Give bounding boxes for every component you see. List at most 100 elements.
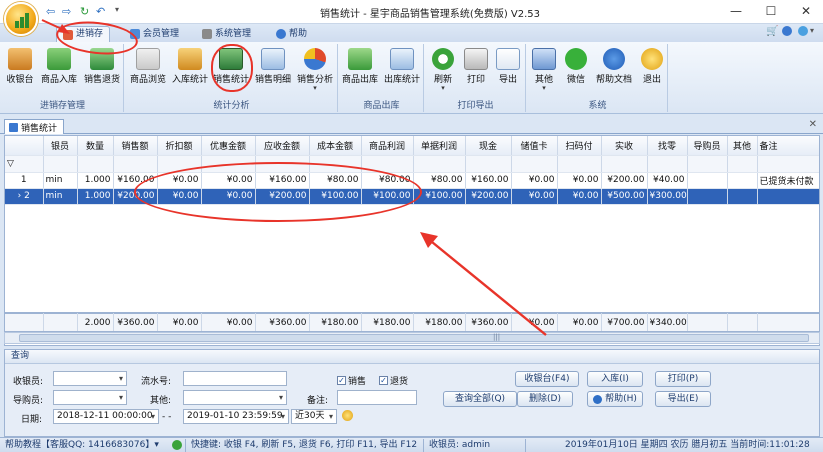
guide-select[interactable] bbox=[53, 390, 127, 405]
filter-icon[interactable]: ▽ bbox=[5, 155, 44, 173]
wechat-button[interactable]: 微信 bbox=[560, 46, 592, 94]
column-header[interactable]: 优惠金额 bbox=[201, 136, 256, 156]
table-cell: ¥200.00 bbox=[601, 172, 648, 189]
wechat-icon[interactable] bbox=[172, 440, 182, 450]
close-icon[interactable]: ✕ bbox=[809, 119, 817, 130]
info-icon[interactable] bbox=[782, 26, 792, 36]
tab-system[interactable]: 系统管理 bbox=[196, 26, 257, 42]
date-to-picker[interactable]: 2019-01-10 23:59:59 bbox=[183, 409, 289, 424]
help-h-button[interactable]: 帮助(H) bbox=[587, 391, 643, 407]
app-logo-icon[interactable] bbox=[4, 2, 38, 36]
close-button[interactable]: ✕ bbox=[790, 0, 822, 22]
browse-products-button[interactable]: 商品浏览 bbox=[126, 46, 170, 94]
chevron-down-icon[interactable]: ▾ bbox=[810, 26, 814, 35]
column-header[interactable]: 数量 bbox=[77, 136, 114, 156]
print-p-button[interactable]: 打印(P) bbox=[655, 371, 711, 387]
undo-icon[interactable]: ↶ bbox=[96, 5, 105, 18]
maximize-button[interactable]: ☐ bbox=[755, 0, 787, 22]
settings-gear-icon[interactable] bbox=[342, 410, 353, 421]
summary-cell: ¥360.00 bbox=[465, 313, 512, 331]
guide-label: 导购员: bbox=[13, 396, 44, 406]
export-e-button[interactable]: 导出(E) bbox=[655, 391, 711, 407]
column-header[interactable]: 储值卡 bbox=[511, 136, 558, 156]
tab-help[interactable]: 帮助 bbox=[270, 26, 313, 42]
help-tutorial-link[interactable]: 帮助教程【客服QQ: 1416683076】▾ bbox=[2, 439, 186, 452]
back-icon[interactable]: ⇦ bbox=[46, 5, 55, 18]
column-header[interactable]: 找零 bbox=[647, 136, 688, 156]
filter-row[interactable]: ▽ bbox=[5, 155, 819, 173]
serial-label: 流水号: bbox=[141, 377, 172, 387]
refresh-button[interactable]: 刷新 ▾ bbox=[426, 46, 460, 94]
globe-icon[interactable] bbox=[798, 26, 808, 36]
date-from-picker[interactable]: 2018-12-11 00:00:00 bbox=[53, 409, 159, 424]
cashier-select[interactable] bbox=[53, 371, 127, 386]
column-header[interactable]: 实收 bbox=[601, 136, 648, 156]
table-cell bbox=[727, 188, 758, 205]
cashier-f4-button[interactable]: 收银台(F4) bbox=[515, 371, 579, 387]
exit-button[interactable]: 退出 bbox=[636, 46, 668, 94]
stock-in-button[interactable]: 商品入库 bbox=[38, 46, 80, 94]
chevron-down-icon: ▾ bbox=[441, 84, 445, 92]
column-header[interactable]: 应收金额 bbox=[255, 136, 310, 156]
quick-access-menu-icon[interactable]: ▾ bbox=[115, 5, 119, 14]
grip-icon: ||| bbox=[493, 333, 501, 341]
column-header[interactable]: 银员 bbox=[43, 136, 78, 156]
horizontal-scrollbar[interactable]: ||| bbox=[4, 332, 820, 344]
check-icon: ✓ bbox=[379, 376, 388, 385]
column-header[interactable]: 单据利润 bbox=[413, 136, 466, 156]
empty-row bbox=[5, 268, 819, 284]
summary-cell: ¥360.00 bbox=[113, 313, 158, 331]
column-header[interactable]: 备注 bbox=[757, 136, 819, 156]
remark-input[interactable] bbox=[337, 390, 417, 405]
summary-cell bbox=[5, 313, 44, 331]
export-button[interactable]: 导出 bbox=[492, 46, 524, 94]
column-header[interactable]: 其他 bbox=[727, 136, 758, 156]
group-print-export: 刷新 ▾ 打印 导出 打印导出 bbox=[426, 44, 526, 112]
stock-out-button[interactable]: 商品出库 bbox=[340, 46, 380, 94]
cart-icon[interactable]: 🛒 bbox=[766, 26, 778, 37]
summary-cell: 2.000 bbox=[77, 313, 114, 331]
help-icon bbox=[593, 394, 603, 404]
cashier-button[interactable]: 收银台 bbox=[2, 46, 38, 94]
stock-in-stats-button[interactable]: 入库统计 bbox=[170, 46, 210, 94]
column-header[interactable]: 成本金额 bbox=[309, 136, 362, 156]
print-button[interactable]: 打印 bbox=[460, 46, 492, 94]
return-checkbox[interactable]: ✓ 退货 bbox=[379, 374, 408, 387]
stock-in-i-button[interactable]: 入库(I) bbox=[587, 371, 643, 387]
table-cell: ¥40.00 bbox=[647, 172, 688, 189]
column-header[interactable]: 销售额 bbox=[113, 136, 158, 156]
table-cell: 已提货未付款 bbox=[757, 172, 819, 189]
summary-cell bbox=[727, 313, 758, 331]
help-doc-button[interactable]: 帮助文档 bbox=[592, 46, 636, 94]
forward-icon[interactable]: ⇨ bbox=[62, 5, 71, 18]
sale-checkbox[interactable]: ✓ 销售 bbox=[337, 374, 366, 387]
period-select[interactable]: 近30天 bbox=[291, 409, 337, 424]
column-header[interactable]: 商品利润 bbox=[361, 136, 414, 156]
scrollbar-thumb[interactable] bbox=[19, 334, 809, 342]
group-label: 打印导出 bbox=[457, 101, 494, 111]
sales-analysis-button[interactable]: 销售分析 ▾ bbox=[294, 46, 336, 94]
status-datetime: 2019年01月10日 星期四 农历 腊月初五 当前时间:11:01:28 bbox=[565, 440, 810, 450]
other-select[interactable] bbox=[183, 390, 287, 405]
column-header[interactable] bbox=[5, 136, 44, 156]
minimize-button[interactable]: — bbox=[720, 0, 752, 22]
status-bar: 帮助教程【客服QQ: 1416683076】▾ 快捷键: 收银 F4, 刷新 F… bbox=[0, 437, 823, 452]
refresh-icon[interactable]: ↻ bbox=[80, 5, 89, 18]
query-all-button[interactable]: 查询全部(Q) bbox=[443, 391, 517, 407]
stock-in-icon bbox=[47, 48, 71, 70]
group-label: 进销存管理 bbox=[39, 101, 85, 111]
column-header[interactable]: 导购员 bbox=[687, 136, 728, 156]
column-header[interactable]: 折扣额 bbox=[157, 136, 202, 156]
annotation-circle-button bbox=[211, 44, 253, 92]
refresh-icon bbox=[432, 48, 454, 70]
delete-button[interactable]: 删除(D) bbox=[517, 391, 573, 407]
report-icon bbox=[390, 48, 414, 70]
serial-input[interactable] bbox=[183, 371, 287, 386]
pie-chart-icon bbox=[304, 48, 326, 70]
doc-tab-sales-stats[interactable]: 销售统计 bbox=[4, 119, 65, 134]
column-header[interactable]: 现金 bbox=[465, 136, 512, 156]
column-header[interactable]: 扫码付 bbox=[557, 136, 602, 156]
sales-detail-button[interactable]: 销售明细 bbox=[252, 46, 294, 94]
stock-out-stats-button[interactable]: 出库统计 bbox=[380, 46, 424, 94]
other-button[interactable]: 其他 ▾ bbox=[528, 46, 560, 94]
